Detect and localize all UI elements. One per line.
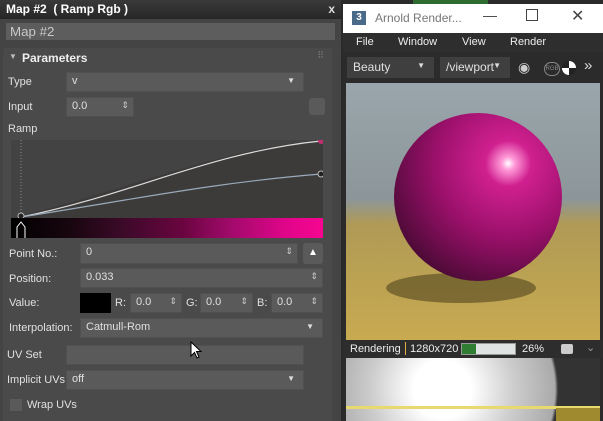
panel-title-bar: Map #2 ( Ramp Rgb ) x bbox=[0, 0, 341, 19]
ground-patch bbox=[556, 408, 600, 421]
menu-file[interactable]: File bbox=[356, 36, 374, 48]
wrap-uvs-label: Wrap UVs bbox=[27, 399, 77, 411]
status-text: Rendering bbox=[350, 343, 401, 355]
more-chevron-icon[interactable]: » bbox=[584, 57, 592, 74]
input-spinner[interactable]: 0.0 bbox=[66, 97, 134, 117]
r-spinner[interactable]: 0.0 bbox=[130, 293, 182, 313]
interpolation-dropdown[interactable]: Catmull-Rom bbox=[80, 318, 323, 338]
status-divider bbox=[405, 342, 406, 355]
arnold-render-window: 3 Arnold Render... — ✕ File Window View … bbox=[343, 0, 603, 421]
panel-title: Map #2 ( Ramp Rgb ) bbox=[6, 2, 129, 16]
r-label: R: bbox=[115, 297, 126, 309]
maximize-icon[interactable] bbox=[526, 9, 538, 21]
point-no-spinner[interactable]: 0 bbox=[80, 243, 298, 264]
resolution-text: 1280x720 bbox=[410, 343, 459, 355]
implicit-uvs-label: Implicit UVs bbox=[7, 374, 66, 386]
secondary-viewport bbox=[346, 358, 600, 421]
type-dropdown[interactable]: v bbox=[66, 72, 304, 92]
point-no-label: Point No.: bbox=[9, 248, 58, 260]
ramp-curves bbox=[11, 138, 325, 220]
interpolation-label: Interpolation: bbox=[9, 322, 73, 334]
b-spinner[interactable]: 0.0 bbox=[271, 293, 323, 313]
input-map-button[interactable] bbox=[309, 98, 325, 115]
type-label: Type bbox=[8, 76, 32, 88]
uv-set-input[interactable] bbox=[66, 345, 304, 365]
curve-point[interactable] bbox=[317, 170, 325, 178]
aov-dropdown[interactable]: Beauty bbox=[347, 57, 434, 78]
rollout-title[interactable]: Parameters bbox=[22, 51, 87, 65]
value-color-swatch[interactable] bbox=[80, 293, 111, 313]
rendered-sphere bbox=[394, 113, 562, 281]
region-render-icon[interactable]: ◉ bbox=[518, 59, 530, 76]
ramp-curve-graph[interactable] bbox=[11, 138, 325, 220]
drag-handle-icon[interactable]: ⠿ bbox=[317, 50, 324, 61]
position-label: Position: bbox=[9, 273, 52, 285]
ramp-up-arrow-button[interactable]: ▲ bbox=[303, 243, 323, 264]
value-label: Value: bbox=[9, 297, 40, 309]
render-status-bar: Rendering 1280x720 26% ⌄ bbox=[343, 340, 603, 358]
mouse-cursor-icon bbox=[190, 341, 203, 359]
camera-value: /viewport bbox=[446, 60, 495, 74]
expand-chevron-icon[interactable]: ⌄ bbox=[586, 341, 595, 354]
input-value: 0.0 bbox=[72, 100, 88, 112]
rgb-channel-icon[interactable]: RGB bbox=[544, 62, 560, 76]
map-name-input[interactable] bbox=[6, 23, 335, 40]
collapse-triangle-icon[interactable]: ▼ bbox=[9, 52, 17, 61]
menu-render[interactable]: Render bbox=[510, 36, 546, 48]
menu-bar: File Window View Render bbox=[343, 33, 603, 52]
position-value: 0.033 bbox=[86, 271, 114, 283]
ramp-point-marker-icon[interactable] bbox=[16, 220, 26, 238]
progress-fill bbox=[462, 344, 476, 354]
ramp-label: Ramp bbox=[8, 123, 38, 135]
implicit-uvs-value: off bbox=[72, 373, 85, 385]
checker-display-icon[interactable] bbox=[562, 61, 576, 75]
ramp-rgb-panel: Map #2 ( Ramp Rgb ) x ▼ Parameters ⠿ Typ… bbox=[0, 0, 341, 421]
input-label: Input bbox=[8, 101, 33, 113]
wrap-uvs-checkbox[interactable] bbox=[10, 399, 22, 411]
g-value: 0.0 bbox=[206, 296, 222, 308]
g-label: G: bbox=[186, 297, 198, 309]
b-value: 0.0 bbox=[277, 296, 293, 308]
menu-window[interactable]: Window bbox=[398, 36, 437, 48]
render-window-title: Arnold Render... bbox=[375, 11, 462, 25]
progress-label: 26% bbox=[522, 343, 545, 355]
close-icon[interactable]: ✕ bbox=[571, 6, 584, 26]
type-value: v bbox=[72, 75, 78, 87]
ramp-gradient-bar[interactable] bbox=[11, 218, 323, 238]
render-progress-bar bbox=[461, 343, 516, 355]
point-no-value: 0 bbox=[86, 246, 93, 258]
uv-set-label: UV Set bbox=[7, 349, 42, 361]
snapshot-camera-icon[interactable] bbox=[561, 344, 573, 354]
3dsmax-logo-icon: 3 bbox=[352, 11, 366, 25]
render-viewport[interactable] bbox=[346, 83, 600, 340]
minimize-icon[interactable]: — bbox=[483, 7, 497, 23]
position-spinner[interactable]: 0.033 bbox=[80, 268, 323, 288]
interpolation-value: Catmull-Rom bbox=[86, 321, 151, 333]
g-spinner[interactable]: 0.0 bbox=[200, 293, 253, 313]
menu-view[interactable]: View bbox=[462, 36, 486, 48]
b-label: B: bbox=[257, 297, 268, 309]
aov-value: Beauty bbox=[353, 60, 391, 74]
r-value: 0.0 bbox=[136, 296, 152, 308]
close-icon[interactable]: x bbox=[328, 2, 335, 16]
render-window-title-bar: 3 Arnold Render... — ✕ bbox=[343, 4, 603, 33]
implicit-uvs-dropdown[interactable]: off bbox=[66, 370, 304, 390]
camera-dropdown[interactable]: /viewport bbox=[440, 57, 510, 78]
